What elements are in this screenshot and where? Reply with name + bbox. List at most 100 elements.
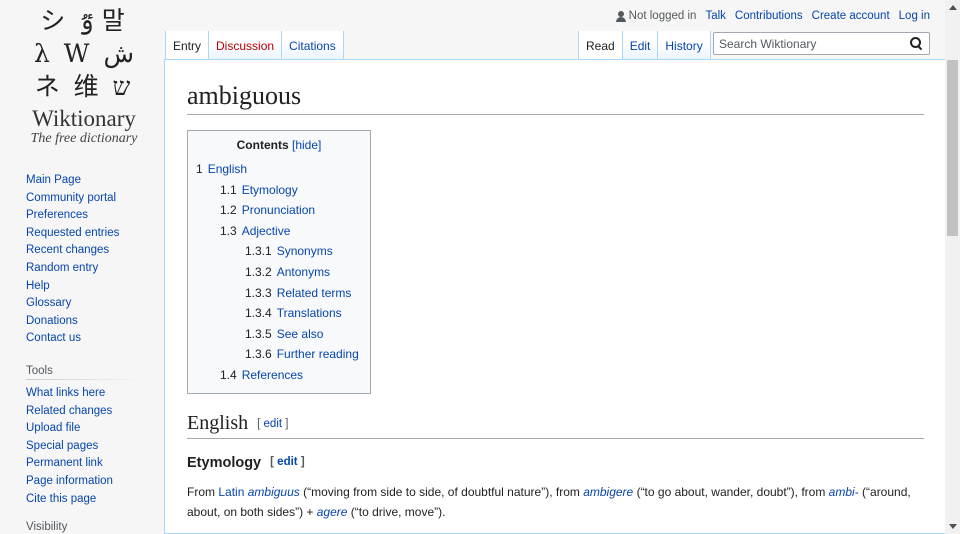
toc-item[interactable]: 1.3.4 Translations xyxy=(196,303,362,324)
sidebar-nav-link[interactable]: Main Page xyxy=(26,174,81,186)
edit-bracket-open: [ xyxy=(257,417,261,430)
toc-link[interactable]: 1.4 References xyxy=(220,368,303,382)
table-of-contents: Contents [hide] 1 English 1.1 Etymology 1.2 P… xyxy=(187,130,371,394)
sidebar-nav-link[interactable]: Random entry xyxy=(26,262,98,274)
toc-item[interactable]: 1.3.1 Synonyms xyxy=(196,241,362,262)
sidebar-tool-link[interactable]: What links here xyxy=(26,387,105,399)
search-icon[interactable] xyxy=(910,37,922,49)
view-tabs: Read Edit History xyxy=(578,31,711,60)
toc-label: Adjective xyxy=(241,223,291,238)
scrollbar-thumb[interactable] xyxy=(947,60,958,236)
logo-glyphs-row1: シ ٷ 말 xyxy=(40,6,128,35)
tab-history-label[interactable]: History xyxy=(665,39,702,53)
sidebar-tools: What links here Related changes Upload fil… xyxy=(26,385,156,508)
toc-link[interactable]: 1.3.5 See also xyxy=(245,327,323,341)
tab-entry-label: Entry xyxy=(173,39,202,53)
sidebar-tool-item: Page information xyxy=(26,473,156,491)
sidebar-tool-link[interactable]: Related changes xyxy=(26,405,112,417)
toc-number: 1.4 xyxy=(220,367,237,382)
sidebar-nav-link[interactable]: Recent changes xyxy=(26,244,109,256)
toc-link[interactable]: 1 English xyxy=(196,162,247,176)
etym-link-latin[interactable]: Latin xyxy=(218,485,244,499)
tab-read[interactable]: Read xyxy=(578,31,623,60)
sidebar-nav-link[interactable]: Glossary xyxy=(26,297,71,309)
toc-label: English xyxy=(207,162,248,176)
toc-link[interactable]: 1.3.6 Further reading xyxy=(245,347,359,361)
tab-history[interactable]: History xyxy=(658,31,711,60)
tab-discussion-label[interactable]: Discussion xyxy=(216,39,274,53)
contributions-link[interactable]: Contributions xyxy=(735,10,803,22)
toc-link[interactable]: 1.3 Adjective xyxy=(220,224,290,238)
toc-item[interactable]: 1.3.5 See also xyxy=(196,324,362,345)
toc-link[interactable]: 1.3.1 Synonyms xyxy=(245,244,333,258)
search-input[interactable] xyxy=(714,33,904,54)
tab-citations[interactable]: Citations xyxy=(282,31,344,60)
toc-link[interactable]: 1.2 Pronunciation xyxy=(220,203,315,217)
etymology-paragraph: From Latin ambiguus (“moving from side t… xyxy=(187,482,924,522)
sidebar-nav-link[interactable]: Community portal xyxy=(26,192,116,204)
sidebar-nav-item: Glossary xyxy=(26,295,156,313)
scroll-up-arrow-icon[interactable] xyxy=(949,5,957,10)
section-english-title: English xyxy=(187,411,249,434)
etym-link-ambiguus[interactable]: ambiguus xyxy=(248,485,300,499)
etym-link-ambigere[interactable]: ambigere xyxy=(583,485,633,499)
sidebar-tool-item: Permanent link xyxy=(26,455,156,473)
toc-link[interactable]: 1.1 Etymology xyxy=(220,183,298,197)
etym-link-agere[interactable]: agere xyxy=(317,505,348,519)
edit-etymology-link[interactable]: edit xyxy=(277,456,297,468)
toc-item[interactable]: 1.3.3 Related terms xyxy=(196,283,362,304)
edit-english-link[interactable]: edit xyxy=(264,418,283,430)
sidebar-nav-link[interactable]: Requested entries xyxy=(26,227,119,239)
sidebar-nav-item: Preferences xyxy=(26,207,156,225)
etym-link-ambi[interactable]: ambi- xyxy=(829,485,859,499)
toc-item[interactable]: 1.1 Etymology xyxy=(196,180,362,201)
etym-text-6: (“to drive, move”). xyxy=(347,504,446,519)
sidebar-tool-link[interactable]: Page information xyxy=(26,475,113,487)
sidebar-tool-link[interactable]: Cite this page xyxy=(26,493,96,505)
toc-title: Contents xyxy=(236,138,289,152)
toc-item[interactable]: 1.2 Pronunciation xyxy=(196,200,362,221)
toc-label: Etymology xyxy=(241,182,298,197)
edit-bracket-open: [ xyxy=(270,455,274,468)
sidebar-visibility-heading: Visibility xyxy=(26,521,144,534)
toc-item[interactable]: 1.3 Adjective xyxy=(196,221,362,242)
edit-bracket-close: ] xyxy=(285,417,289,430)
toc-link[interactable]: 1.3.3 Related terms xyxy=(245,286,351,300)
sidebar-nav-link[interactable]: Contact us xyxy=(26,332,81,344)
logo-glyphs-row3: ネ 维 ש xyxy=(34,72,134,101)
sidebar-tool-link[interactable]: Special pages xyxy=(26,440,98,452)
toc-hide-toggle[interactable]: [hide] xyxy=(292,138,321,152)
sidebar-nav-link[interactable]: Help xyxy=(26,280,50,292)
sidebar-nav-item: Donations xyxy=(26,313,156,331)
sidebar: Main Page Community portal Preferences Requ… xyxy=(26,172,156,534)
toc-label: Pronunciation xyxy=(241,203,316,218)
tab-edit[interactable]: Edit xyxy=(622,31,659,60)
toc-link[interactable]: 1.3.4 Translations xyxy=(245,306,342,320)
talk-link[interactable]: Talk xyxy=(705,10,725,22)
namespace-tabs: Entry Discussion Citations xyxy=(165,31,344,60)
sidebar-nav-link[interactable]: Preferences xyxy=(26,209,88,221)
toc-number: 1.3.1 xyxy=(245,244,272,259)
tab-discussion[interactable]: Discussion xyxy=(209,31,283,60)
toc-link[interactable]: 1.3.2 Antonyms xyxy=(245,265,330,279)
create-account-link[interactable]: Create account xyxy=(812,10,890,22)
page-scrollbar[interactable] xyxy=(945,0,960,534)
page-root: シ ٷ 말 λ W ش ネ 维 ש Wiktionary The free di… xyxy=(0,0,960,534)
personal-tools: Not logged in Talk Contributions Create … xyxy=(615,10,930,22)
toc-item[interactable]: 1.3.6 Further reading xyxy=(196,344,362,365)
tab-edit-label[interactable]: Edit xyxy=(630,39,651,53)
tab-citations-label[interactable]: Citations xyxy=(289,39,336,53)
tab-entry[interactable]: Entry xyxy=(165,31,210,60)
sidebar-tool-item: Related changes xyxy=(26,403,156,421)
sidebar-nav-item: Help xyxy=(26,278,156,296)
log-in-link[interactable]: Log in xyxy=(899,10,930,22)
sidebar-nav-link[interactable]: Donations xyxy=(26,315,78,327)
sidebar-tool-link[interactable]: Upload file xyxy=(26,422,80,434)
wiktionary-logo[interactable]: シ ٷ 말 λ W ش ネ 维 ש Wiktionary The free di… xyxy=(22,4,146,154)
scroll-down-arrow-icon[interactable] xyxy=(949,524,957,529)
toc-item[interactable]: 1.3.2 Antonyms xyxy=(196,262,362,283)
sidebar-tool-link[interactable]: Permanent link xyxy=(26,457,103,469)
toc-item[interactable]: 1.4 References xyxy=(196,365,362,386)
toc-item[interactable]: 1 English xyxy=(196,159,362,180)
logo-glyphs-row2: λ W ش xyxy=(34,39,134,68)
